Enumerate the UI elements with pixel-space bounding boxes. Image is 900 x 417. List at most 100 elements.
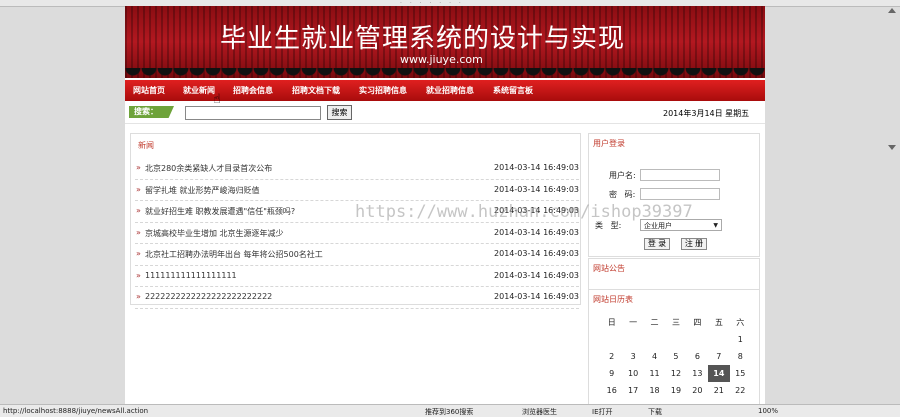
main-nav: 网站首页 就业新闻 招聘会信息 招聘文档下载 实习招聘信息 就业招聘信息 系统留… <box>125 80 765 101</box>
calendar-weekday: 五 <box>714 318 723 327</box>
banner-scallop-decoration <box>125 68 765 78</box>
news-panel: 新闻 » 北京280余类紧缺人才目录首次公布 2014-03-14 16:49:03… <box>130 133 581 309</box>
news-title[interactable]: 111111111111111111 <box>145 271 237 280</box>
calendar-day[interactable]: 17 <box>622 382 643 399</box>
calendar-weekday: 六 <box>736 318 745 327</box>
calendar-day[interactable]: 22 <box>730 382 751 399</box>
calendar-day <box>665 331 686 348</box>
scroll-down-icon[interactable] <box>888 145 896 150</box>
news-item[interactable]: » 111111111111111111 2014-03-14 16:49:03 <box>135 266 579 287</box>
news-panel-title: 新闻 <box>138 141 154 150</box>
search-button[interactable]: 搜索 <box>327 105 352 120</box>
news-item[interactable]: » 北京280余类紧缺人才目录首次公布 2014-03-14 16:49:03 <box>135 158 579 180</box>
status-url: http://localhost:8888/jiuye/newsAll.acti… <box>3 407 149 415</box>
news-item[interactable]: » 就业好招生难 职教发展遭遇"信任"瓶颈吗? 2014-03-14 16:49:0… <box>135 201 579 223</box>
site-banner: 毕业生就业管理系统的设计与实现 www.jiuye.com <box>125 6 765 78</box>
site-url: www.jiuye.com <box>400 53 483 66</box>
calendar-day[interactable]: 18 <box>644 382 665 399</box>
calendar-week-row: 16 17 18 19 20 21 22 <box>601 382 751 399</box>
news-item[interactable]: » 2222222222222222222222222 2014-03-14 16:… <box>135 287 579 309</box>
password-field[interactable] <box>640 188 720 200</box>
calendar-day <box>708 331 729 348</box>
calendar-day[interactable]: 21 <box>708 382 729 399</box>
calendar-grid: 日一二三四五六 1 2 3 4 5 6 7 8 9 10 11 12 13 14 15 16 17 18 19 20 21… <box>601 314 751 399</box>
double-chevron-icon: » <box>136 206 141 215</box>
current-date: 2014年3月14日 星期五 <box>663 109 750 118</box>
news-title[interactable]: 2222222222222222222222222 <box>145 292 272 301</box>
calendar-panel: 网站日历表 日一二三四五六 1 2 3 4 5 6 7 8 9 10 11 12 13 14 15 16 17 18… <box>588 289 760 404</box>
calendar-day[interactable]: 3 <box>622 348 643 365</box>
calendar-day[interactable]: 20 <box>687 382 708 399</box>
nav-news[interactable]: 就业新闻 <box>183 85 215 96</box>
web-page: 毕业生就业管理系统的设计与实现 www.jiuye.com 网站首页 就业新闻 … <box>125 6 765 404</box>
news-title[interactable]: 北京社工招聘办法明年出台 每年将公招500名社工 <box>145 249 323 260</box>
news-item[interactable]: » 京城高校毕业生增加 北京生源逐年减少 2014-03-14 16:49:03 <box>135 223 579 244</box>
status-zoom[interactable]: 100% <box>758 407 778 415</box>
news-time: 2014-03-14 16:49:03 <box>494 270 579 280</box>
user-type-select[interactable]: 企业用户 ▼ <box>640 219 722 231</box>
nav-guestbook[interactable]: 系统留言板 <box>493 85 533 96</box>
calendar-day[interactable]: 12 <box>665 365 686 382</box>
calendar-day[interactable]: 10 <box>622 365 643 382</box>
calendar-day[interactable]: 2 <box>601 348 622 365</box>
calendar-day[interactable]: 4 <box>644 348 665 365</box>
calendar-week-row: 2345678 <box>601 348 751 365</box>
search-bar: 搜索： 搜索 2014年3月14日 星期五 <box>125 103 765 124</box>
news-time: 2014-03-14 16:49:03 <box>494 206 579 215</box>
nav-job-postings[interactable]: 就业招聘信息 <box>426 85 474 96</box>
calendar-day[interactable]: 9 <box>601 365 622 382</box>
news-list: » 北京280余类紧缺人才目录首次公布 2014-03-14 16:49:03 » 留学… <box>135 158 579 309</box>
news-item[interactable]: » 留学扎堆 就业形势严峻海归贬值 2014-03-14 16:49:03 <box>135 180 579 201</box>
status-bar: http://localhost:8888/jiuye/newsAll.acti… <box>0 404 900 417</box>
calendar-day <box>687 331 708 348</box>
calendar-day[interactable]: 6 <box>687 348 708 365</box>
double-chevron-icon: » <box>136 249 141 258</box>
calendar-day[interactable]: 8 <box>730 348 751 365</box>
calendar-day[interactable]: 16 <box>601 382 622 399</box>
username-field[interactable] <box>640 169 720 181</box>
calendar-day[interactable]: 5 <box>665 348 686 365</box>
calendar-weekday: 三 <box>671 318 680 327</box>
calendar-week-row: 9 10 11 12 13 14 15 <box>601 365 751 382</box>
nav-job-fairs[interactable]: 招聘会信息 <box>233 85 273 96</box>
calendar-day[interactable]: 11 <box>644 365 665 382</box>
nav-internships[interactable]: 实习招聘信息 <box>359 85 407 96</box>
news-title[interactable]: 北京280余类紧缺人才目录首次公布 <box>145 163 272 174</box>
news-title[interactable]: 留学扎堆 就业形势严峻海归贬值 <box>145 185 260 196</box>
nav-home[interactable]: 网站首页 <box>133 85 165 96</box>
register-button[interactable]: 注 册 <box>681 238 707 250</box>
calendar-week-row: 1 <box>601 331 751 348</box>
login-button[interactable]: 登 录 <box>644 238 670 250</box>
news-item[interactable]: » 北京社工招聘办法明年出台 每年将公招500名社工 2014-03-14 16:4… <box>135 244 579 266</box>
user-type-label: 类 型: <box>595 221 622 230</box>
news-time: 2014-03-14 16:49:03 <box>494 184 579 194</box>
double-chevron-icon: » <box>136 292 141 301</box>
calendar-day[interactable]: 7 <box>708 348 729 365</box>
calendar-day <box>644 331 665 348</box>
news-time: 2014-03-14 16:49:03 <box>494 227 579 237</box>
password-label: 密 码: <box>609 190 636 199</box>
news-title[interactable]: 就业好招生难 职教发展遭遇"信任"瓶颈吗? <box>145 206 295 217</box>
calendar-day[interactable]: 13 <box>687 365 708 382</box>
calendar-day[interactable]: 15 <box>730 365 751 382</box>
username-label: 用户名: <box>609 171 636 180</box>
search-input[interactable] <box>185 106 321 120</box>
nav-doc-download[interactable]: 招聘文档下载 <box>292 85 340 96</box>
login-panel: 用户登录 用户名: 密 码: 类 型: 企业用户 ▼ 登 录 注 册 <box>588 133 760 257</box>
double-chevron-icon: » <box>136 184 141 194</box>
calendar-weekday: 四 <box>693 318 702 327</box>
calendar-day[interactable]: 14 <box>708 365 730 382</box>
double-chevron-icon: » <box>136 163 141 172</box>
site-title: 毕业生就业管理系统的设计与实现 <box>220 24 626 54</box>
news-time: 2014-03-14 16:49:03 <box>494 163 579 172</box>
login-panel-title: 用户登录 <box>593 139 625 148</box>
calendar-day[interactable]: 19 <box>665 382 686 399</box>
calendar-weekday: 一 <box>629 318 638 327</box>
calendar-day[interactable]: 1 <box>730 331 751 348</box>
notice-panel: 网站公告 <box>588 258 760 292</box>
news-time: 2014-03-14 16:49:03 <box>494 249 579 258</box>
notice-panel-title: 网站公告 <box>593 264 625 273</box>
news-time: 2014-03-14 16:49:03 <box>494 292 579 301</box>
scroll-up-icon[interactable] <box>888 8 896 13</box>
news-title[interactable]: 京城高校毕业生增加 北京生源逐年减少 <box>145 228 284 239</box>
